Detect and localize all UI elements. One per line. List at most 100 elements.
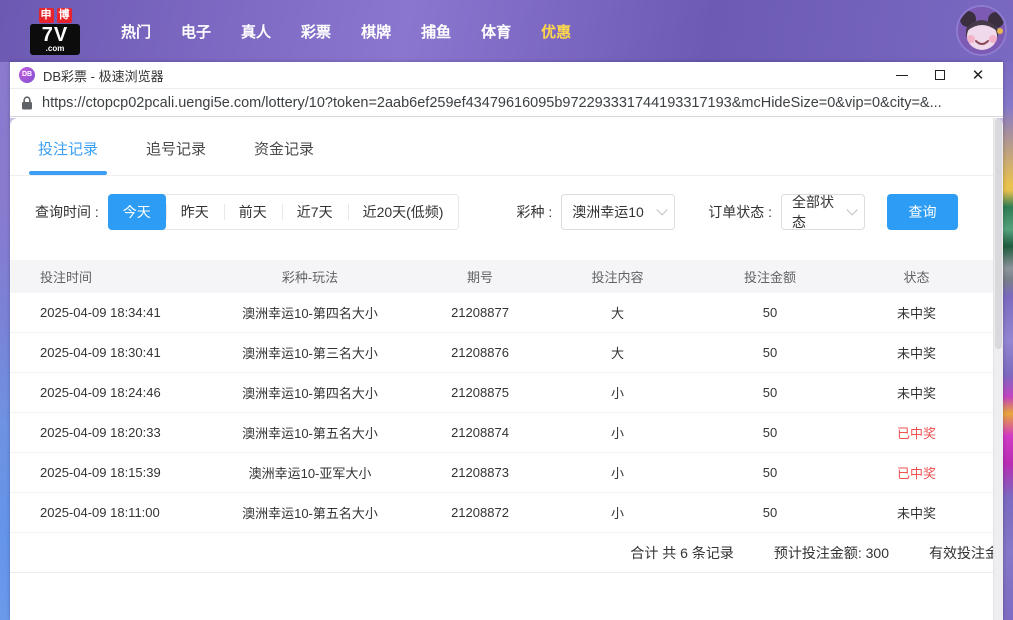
bet-content-cell: 小	[535, 423, 700, 442]
column-header-bet-amount: 投注金额	[700, 267, 840, 286]
bet-content-cell: 大	[535, 343, 700, 362]
url-text: https://ctopcp02pcali.uengi5e.com/lotter…	[42, 95, 942, 111]
status-filter-label: 订单状态 :	[708, 202, 772, 222]
status-select-value: 全部状态	[792, 192, 846, 232]
table-row: 2025-04-09 18:20:33 澳洲幸运10-第五名大小 2120887…	[10, 413, 1003, 453]
page-scrollbar[interactable]	[993, 118, 1003, 620]
bet-time-cell: 2025-04-09 18:30:41	[10, 345, 195, 360]
topnav-item[interactable]: 优惠	[526, 11, 586, 52]
logo-badges: 申 博	[39, 8, 72, 23]
time-range-button[interactable]: 昨天	[166, 195, 224, 229]
table-row: 2025-04-09 18:11:00 澳洲幸运10-第五名大小 2120887…	[10, 493, 1003, 533]
topnav-item-label: 热门	[121, 24, 151, 41]
topnav-item[interactable]: 热门	[106, 11, 166, 52]
time-filter-group: 今天 昨天 前天 近7天 近20天(低频)	[108, 194, 460, 230]
page-background-right-strip	[1003, 62, 1013, 620]
close-icon: ✕	[972, 68, 985, 83]
issue-number-cell: 21208874	[425, 425, 535, 440]
window-titlebar: DB DB彩票 - 极速浏览器 ✕	[10, 62, 1003, 88]
tab[interactable]: 资金记录	[254, 138, 314, 175]
topnav-menu: 热门 电子 真人 彩票 棋牌 捕鱼 体育 优惠	[106, 11, 586, 52]
window-controls: ✕	[883, 62, 997, 88]
topnav-item[interactable]: 电子	[166, 11, 226, 52]
column-header-lottery-play: 彩种-玩法	[195, 267, 425, 286]
bet-amount-cell: 50	[700, 385, 840, 400]
issue-number-cell: 21208875	[425, 385, 535, 400]
time-range-button[interactable]: 近7天	[282, 195, 348, 229]
tab[interactable]: 投注记录	[38, 138, 98, 175]
bet-content-cell: 小	[535, 503, 700, 522]
status-cell: 未中奖	[840, 383, 993, 402]
bet-amount-cell: 50	[700, 465, 840, 480]
logo-box: 7V .com	[30, 24, 80, 55]
status-cell: 未中奖	[840, 343, 993, 362]
issue-number-cell: 21208877	[425, 305, 535, 320]
time-range-button[interactable]: 前天	[224, 195, 282, 229]
filter-bar: 查询时间 : 今天 昨天 前天 近7天 近20天(低频) 彩种 : 澳洲幸运10…	[35, 194, 1003, 230]
maximize-button[interactable]	[921, 62, 959, 88]
time-range-button[interactable]: 近20天(低频)	[348, 195, 459, 229]
table-row: 2025-04-09 18:15:39 澳洲幸运10-亚军大小 21208873…	[10, 453, 1003, 493]
bet-time-cell: 2025-04-09 18:34:41	[10, 305, 195, 320]
site-logo[interactable]: 申 博 7V .com	[28, 8, 82, 55]
table-footer: 合计 共 6 条记录 预计投注金额: 300 有效投注金	[10, 533, 1003, 573]
scrollbar-thumb[interactable]	[995, 118, 1002, 349]
logo-tld: .com	[30, 45, 80, 53]
lottery-play-cell: 澳洲幸运10-第五名大小	[195, 423, 425, 442]
topnav-item[interactable]: 彩票	[286, 11, 346, 52]
topnav-item[interactable]: 捕鱼	[406, 11, 466, 52]
bet-time-cell: 2025-04-09 18:24:46	[10, 385, 195, 400]
bet-amount-cell: 50	[700, 305, 840, 320]
page-background-left-strip	[0, 62, 10, 620]
bet-time-cell: 2025-04-09 18:20:33	[10, 425, 195, 440]
time-range-label: 近7天	[297, 204, 333, 220]
top-navbar: 申 博 7V .com 热门 电子 真人 彩票 棋牌 捕鱼 体育 优惠	[0, 0, 1013, 62]
avatar-illustration	[958, 7, 1005, 54]
status-cell: 已中奖	[840, 463, 993, 482]
topnav-item-label: 真人	[241, 24, 271, 41]
minimize-button[interactable]	[883, 62, 921, 88]
topnav-item-label: 体育	[481, 24, 511, 41]
minimize-icon	[896, 75, 908, 76]
logo-badge-2: 博	[57, 8, 72, 23]
user-avatar[interactable]	[956, 5, 1007, 56]
status-cell: 未中奖	[840, 503, 993, 522]
column-header-bet-content: 投注内容	[535, 267, 700, 286]
table-row: 2025-04-09 18:34:41 澳洲幸运10-第四名大小 2120887…	[10, 293, 1003, 333]
topnav-item[interactable]: 真人	[226, 11, 286, 52]
table-header-row: 投注时间 彩种-玩法 期号 投注内容 投注金额 状态	[10, 260, 1003, 293]
bet-content-cell: 小	[535, 383, 700, 402]
column-header-issue: 期号	[425, 267, 535, 286]
web-page: 投注记录 追号记录 资金记录 查询时间 : 今天 昨天 前天 近7天 近20天(…	[10, 118, 1003, 620]
chevron-down-icon	[847, 204, 858, 215]
tab-label: 投注记录	[38, 141, 98, 158]
topnav-item[interactable]: 体育	[466, 11, 526, 52]
time-range-label: 今天	[123, 204, 151, 220]
lottery-filter-label: 彩种 :	[516, 202, 552, 222]
topnav-item-label: 捕鱼	[421, 24, 451, 41]
bet-time-cell: 2025-04-09 18:15:39	[10, 465, 195, 480]
topnav-item-label: 优惠	[541, 24, 571, 41]
order-status-select[interactable]: 全部状态	[781, 194, 865, 230]
tab-label: 追号记录	[146, 141, 206, 158]
bet-amount-cell: 50	[700, 345, 840, 360]
close-button[interactable]: ✕	[959, 62, 997, 88]
status-cell: 已中奖	[840, 423, 993, 442]
bet-amount-cell: 50	[700, 505, 840, 520]
lottery-select[interactable]: 澳洲幸运10	[561, 194, 675, 230]
time-range-label: 前天	[239, 204, 267, 220]
search-button[interactable]: 查询	[887, 194, 958, 230]
logo-badge-1: 申	[39, 8, 54, 23]
topnav-item-label: 彩票	[301, 24, 331, 41]
issue-number-cell: 21208873	[425, 465, 535, 480]
time-range-button[interactable]: 今天	[108, 194, 166, 230]
address-bar[interactable]: https://ctopcp02pcali.uengi5e.com/lotter…	[10, 88, 1003, 117]
topnav-item[interactable]: 棋牌	[346, 11, 406, 52]
tab[interactable]: 追号记录	[146, 138, 206, 175]
bet-amount-cell: 50	[700, 425, 840, 440]
window-title: DB彩票 - 极速浏览器	[43, 66, 164, 85]
footer-total-records: 合计 共 6 条记录	[630, 543, 733, 563]
tab-label: 资金记录	[254, 141, 314, 158]
time-filter-label: 查询时间 :	[35, 202, 99, 222]
footer-valid-amount: 有效投注金	[929, 543, 999, 563]
